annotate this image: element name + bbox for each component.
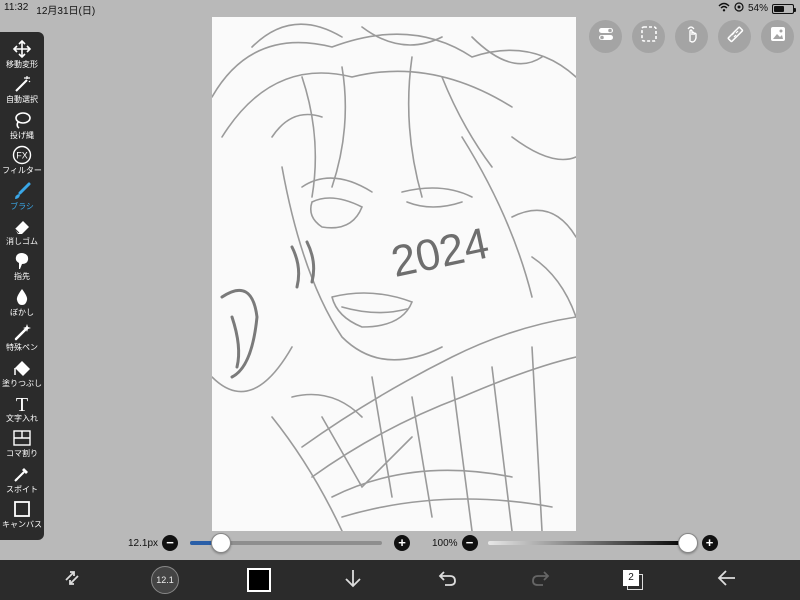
- toggle-settings-button[interactable]: [589, 20, 622, 53]
- back-button[interactable]: [712, 565, 742, 595]
- layers-icon: 2: [623, 570, 643, 590]
- magic-wand-icon: [12, 73, 32, 95]
- status-time: 11:32: [4, 2, 29, 13]
- fill-bucket-icon: [12, 357, 32, 379]
- tool-special-pen[interactable]: 特殊ペン: [0, 321, 44, 356]
- tool-label: 投げ縄: [10, 130, 34, 140]
- eyedropper-icon: [12, 463, 32, 485]
- tool-finger[interactable]: 指先: [0, 250, 44, 285]
- tool-text[interactable]: T 文字入れ: [0, 392, 44, 427]
- current-color-swatch: [247, 568, 271, 592]
- battery-percent: 54%: [747, 3, 768, 14]
- tool-label: スポイト: [6, 484, 38, 494]
- location-icon: [734, 2, 744, 15]
- tool-magic-wand[interactable]: 自動選択: [0, 73, 44, 108]
- tool-brush[interactable]: ブラシ: [0, 180, 44, 215]
- arrow-down-icon: [341, 566, 365, 595]
- tool-label: 特殊ペン: [6, 343, 38, 353]
- brush-size-increase-button[interactable]: +: [394, 535, 411, 551]
- battery-fill: [774, 5, 784, 12]
- transform-canvas-button[interactable]: [57, 565, 87, 595]
- drawing-canvas[interactable]: 2024: [212, 17, 576, 531]
- hand-tap-icon: [682, 24, 702, 49]
- dashed-selection-icon: [639, 24, 659, 49]
- brush-size-control: 12.1px − +: [128, 533, 411, 553]
- tool-label: キャンバス: [2, 520, 42, 530]
- color-button[interactable]: [244, 565, 274, 595]
- download-button[interactable]: [338, 565, 368, 595]
- redo-button[interactable]: [526, 565, 556, 595]
- rotate-arrows-icon: [60, 566, 84, 595]
- tool-label: フィルター: [2, 166, 42, 176]
- ruler-icon: [725, 24, 745, 49]
- finger-icon: [12, 250, 32, 272]
- bottom-toolbar: 12.1 2: [0, 560, 800, 600]
- tool-fill-bucket[interactable]: 塗りつぶし: [0, 357, 44, 392]
- brush-size-value: 12.1px: [128, 537, 159, 549]
- opacity-control: 100% − +: [432, 533, 718, 553]
- sketch-text: 2024: [387, 219, 493, 287]
- svg-text:FX: FX: [16, 151, 28, 161]
- tool-label: ブラシ: [10, 201, 34, 211]
- tool-move[interactable]: 移動変形: [0, 38, 44, 73]
- tool-eraser[interactable]: 消しゴム: [0, 215, 44, 250]
- move-icon: [12, 38, 32, 60]
- brush-preview-label: 12.1: [156, 575, 174, 585]
- svg-text:T: T: [16, 394, 28, 413]
- selection-button[interactable]: [632, 20, 665, 53]
- redo-icon: [529, 566, 553, 595]
- tool-palette: 移動変形自動選択投げ縄 FX フィルターブラシ消しゴム指先ぼかし特殊ペン塗りつぶし T…: [0, 32, 44, 540]
- tool-label: 自動選択: [6, 95, 38, 105]
- battery-icon: [772, 3, 796, 14]
- tool-label: 移動変形: [6, 60, 38, 69]
- tool-blur-drop[interactable]: ぼかし: [0, 286, 44, 321]
- tool-lasso[interactable]: 投げ縄: [0, 109, 44, 144]
- tool-fx[interactable]: FX フィルター: [0, 144, 44, 179]
- tool-label: 塗りつぶし: [1, 378, 43, 388]
- status-bar: 11:32 12月31日(日) 54%: [0, 0, 800, 17]
- sketch-drawing: 2024: [212, 23, 576, 531]
- opacity-value: 100%: [432, 537, 458, 549]
- special-pen-icon: [12, 321, 32, 343]
- brush-preview-button[interactable]: 12.1: [150, 565, 180, 595]
- toggle-icon: [596, 24, 616, 49]
- opacity-increase-button[interactable]: +: [701, 535, 718, 551]
- tool-label: 消しゴム: [6, 236, 38, 246]
- brush-size-knob[interactable]: [210, 533, 231, 553]
- ruler-button[interactable]: [718, 20, 751, 53]
- undo-button[interactable]: [432, 565, 462, 595]
- brush-size-decrease-button[interactable]: −: [162, 535, 179, 551]
- image-icon: [768, 24, 788, 49]
- tool-label: ぼかし: [10, 307, 34, 317]
- status-date: 12月31日(日): [36, 6, 96, 17]
- text-icon: T: [12, 392, 32, 414]
- tool-panel-split[interactable]: コマ割り: [0, 427, 44, 462]
- tool-eyedropper[interactable]: スポイト: [0, 463, 44, 498]
- arrow-left-icon: [715, 566, 739, 595]
- tool-label: 指先: [14, 272, 30, 282]
- tool-label: 文字入れ: [6, 413, 38, 423]
- brush-preview-circle: 12.1: [151, 566, 179, 594]
- undo-icon: [435, 566, 459, 595]
- layer-stack-front: 2: [623, 570, 639, 586]
- blur-drop-icon: [12, 286, 32, 308]
- brush-size-slider[interactable]: [190, 533, 383, 553]
- tool-label: コマ割り: [6, 449, 38, 459]
- fx-icon: FX: [12, 144, 32, 166]
- layer-count: 2: [628, 572, 634, 583]
- brush-icon: [12, 180, 32, 202]
- panel-split-icon: [12, 427, 32, 449]
- top-right-buttons: [589, 20, 794, 53]
- touch-button[interactable]: [675, 20, 708, 53]
- eraser-icon: [12, 215, 32, 237]
- lasso-icon: [12, 109, 32, 131]
- layers-button[interactable]: 2: [618, 565, 648, 595]
- opacity-decrease-button[interactable]: −: [461, 535, 478, 551]
- opacity-knob[interactable]: [677, 533, 698, 553]
- material-button[interactable]: [761, 20, 794, 53]
- tool-canvas[interactable]: キャンバス: [0, 498, 44, 533]
- opacity-slider[interactable]: [487, 533, 698, 553]
- wifi-icon: [718, 2, 730, 15]
- canvas-icon: [12, 498, 32, 520]
